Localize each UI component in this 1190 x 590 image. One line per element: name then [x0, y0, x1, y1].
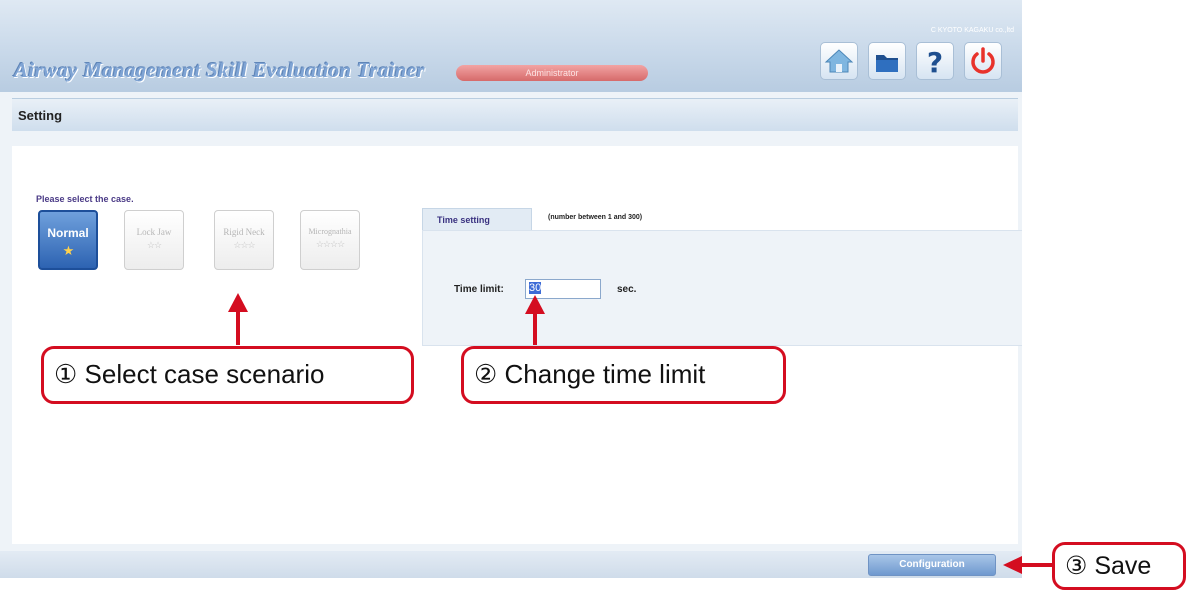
annotation-arrows: [228, 293, 1052, 574]
callout-select-case: ① Select case scenario: [41, 346, 414, 404]
callout-save: ③ Save: [1052, 542, 1186, 590]
arrow-left-icon: [1003, 556, 1052, 574]
arrow-up-icon: [525, 295, 545, 345]
callout-change-time: ② Change time limit: [461, 346, 786, 404]
arrow-up-icon: [228, 293, 248, 345]
